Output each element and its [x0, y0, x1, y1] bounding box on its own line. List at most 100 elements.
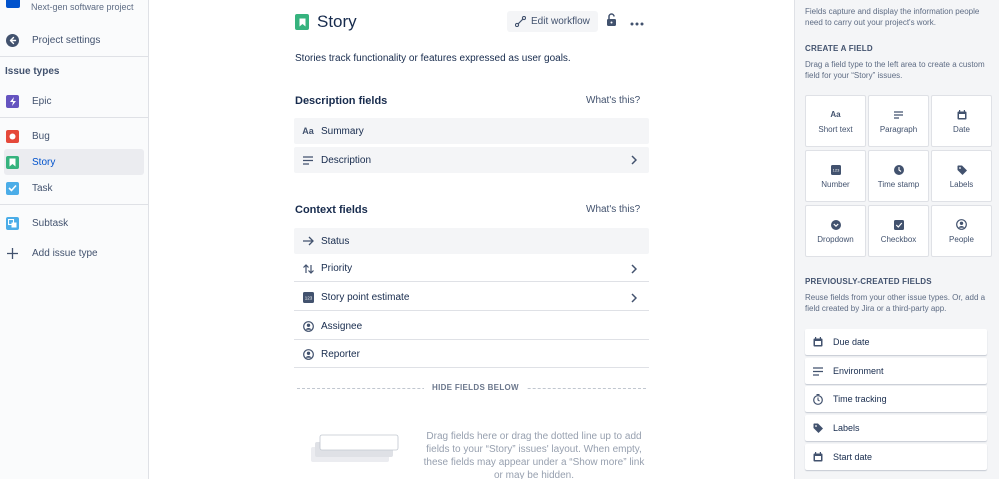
whats-this-link[interactable]: What's this?	[586, 95, 640, 106]
svg-text:123: 123	[304, 296, 312, 301]
field-label: Assignee	[321, 321, 363, 332]
fields-panel: Fields capture and display the informati…	[794, 0, 999, 479]
tag-icon	[812, 422, 824, 434]
stopwatch-icon	[812, 393, 824, 405]
task-icon	[6, 181, 19, 195]
chevron-right-icon	[629, 154, 639, 166]
person-icon	[302, 349, 314, 361]
paragraph-icon	[894, 109, 903, 121]
field-type-short-text[interactable]: Aa Short text	[805, 95, 866, 147]
drag-illustration	[311, 433, 399, 465]
field-type-label: Date	[953, 124, 970, 134]
project-settings-link[interactable]: Project settings	[4, 27, 144, 53]
issue-types-heading: Issue types	[5, 66, 60, 77]
field-type-dropdown[interactable]: Dropdown	[805, 205, 866, 257]
person-icon	[302, 321, 314, 333]
sidebar-item-story[interactable]: Story	[4, 149, 144, 175]
lock-button[interactable]	[604, 12, 618, 29]
more-icon	[630, 13, 644, 29]
project-logo	[6, 0, 20, 8]
sidebar: Next-gen software project Project settin…	[0, 0, 149, 479]
field-type-label: Number	[821, 179, 850, 189]
page-title: Story	[317, 12, 357, 31]
field-type-people[interactable]: People	[931, 205, 992, 257]
field-label: Story point estimate	[321, 292, 410, 303]
previously-created-heading: PREVIOUSLY-CREATED FIELDS	[805, 277, 932, 286]
field-label: Description	[321, 154, 372, 166]
existing-field-due-date[interactable]: Due date	[805, 329, 987, 355]
issue-type-description: Stories track functionality or features …	[295, 53, 571, 64]
existing-field-start-date[interactable]: Start date	[805, 444, 987, 470]
fields-panel-intro: Fields capture and display the informati…	[805, 7, 980, 27]
field-description[interactable]: Description	[294, 147, 649, 173]
dropdown-icon	[830, 219, 841, 231]
sidebar-item-epic[interactable]: Epic	[4, 88, 144, 114]
calendar-icon	[957, 109, 967, 121]
paragraph-icon	[302, 154, 314, 166]
field-summary[interactable]: Aa Summary	[294, 118, 649, 144]
field-label: Status	[321, 235, 350, 247]
drag-fields-hint: Drag fields here or drag the dotted line…	[423, 431, 645, 479]
field-type-date[interactable]: Date	[931, 95, 992, 147]
sidebar-item-label: Story	[32, 156, 56, 168]
field-label: Summary	[321, 125, 364, 137]
plus-icon	[6, 247, 19, 260]
existing-field-label: Due date	[833, 337, 870, 347]
checkbox-icon	[893, 219, 904, 231]
whats-this-link[interactable]: What's this?	[586, 204, 640, 215]
sidebar-item-label: Epic	[32, 95, 52, 107]
back-icon	[6, 33, 19, 47]
sidebar-item-task[interactable]: Task	[4, 175, 144, 201]
hide-fields-label: HIDE FIELDS BELOW	[424, 383, 527, 392]
field-type-grid: Aa Short text Paragraph Date 123 Number	[805, 95, 993, 258]
project-subtitle: Next-gen software project	[31, 2, 134, 12]
priority-icon	[302, 263, 314, 275]
svg-text:123: 123	[832, 167, 839, 172]
field-priority[interactable]: Priority	[294, 256, 649, 282]
chevron-right-icon	[629, 292, 639, 304]
existing-field-label: Environment	[833, 366, 884, 376]
existing-field-environment[interactable]: Environment	[805, 358, 987, 384]
add-issue-type-button[interactable]: Add issue type	[4, 240, 144, 266]
sidebar-divider	[0, 204, 149, 205]
field-type-time-stamp[interactable]: Time stamp	[868, 150, 929, 202]
existing-field-labels[interactable]: Labels	[805, 415, 987, 441]
existing-field-time-tracking[interactable]: Time tracking	[805, 386, 987, 412]
field-label: Priority	[321, 263, 353, 274]
field-type-paragraph[interactable]: Paragraph	[868, 95, 929, 147]
field-type-label: Dropdown	[817, 234, 854, 244]
short-text-icon: Aa	[830, 110, 841, 119]
chevron-right-icon	[629, 263, 639, 275]
sidebar-item-bug[interactable]: Bug	[4, 123, 144, 149]
project-settings-label: Project settings	[32, 34, 101, 46]
field-status[interactable]: Status	[294, 228, 649, 254]
field-story-point-estimate[interactable]: 123 Story point estimate	[294, 285, 649, 311]
field-type-number[interactable]: 123 Number	[805, 150, 866, 202]
field-type-checkbox[interactable]: Checkbox	[868, 205, 929, 257]
field-type-labels[interactable]: Labels	[931, 150, 992, 202]
field-label: Reporter	[321, 349, 360, 360]
arrow-right-icon	[302, 235, 314, 247]
field-type-label: Short text	[818, 124, 853, 134]
more-actions-button[interactable]	[629, 13, 645, 29]
story-icon	[295, 14, 309, 30]
sidebar-item-label: Subtask	[32, 217, 69, 229]
edit-workflow-button[interactable]: Edit workflow	[507, 11, 598, 32]
field-reporter[interactable]: Reporter	[294, 342, 649, 368]
sidebar-item-label: Bug	[32, 130, 50, 142]
subtask-icon	[6, 216, 19, 230]
bug-icon	[6, 129, 19, 143]
field-assignee[interactable]: Assignee	[294, 314, 649, 340]
field-type-label: Labels	[949, 179, 974, 189]
story-icon	[6, 155, 19, 169]
field-type-label: People	[949, 234, 974, 244]
page-header: Story	[295, 12, 357, 32]
calendar-icon	[812, 336, 824, 348]
number-icon: 123	[830, 164, 841, 176]
text-icon: Aa	[302, 126, 314, 136]
sidebar-item-subtask[interactable]: Subtask	[4, 210, 144, 236]
create-field-heading: CREATE A FIELD	[805, 44, 873, 53]
existing-field-label: Time tracking	[833, 394, 887, 404]
workflow-icon	[515, 16, 526, 27]
clock-icon	[893, 164, 904, 176]
